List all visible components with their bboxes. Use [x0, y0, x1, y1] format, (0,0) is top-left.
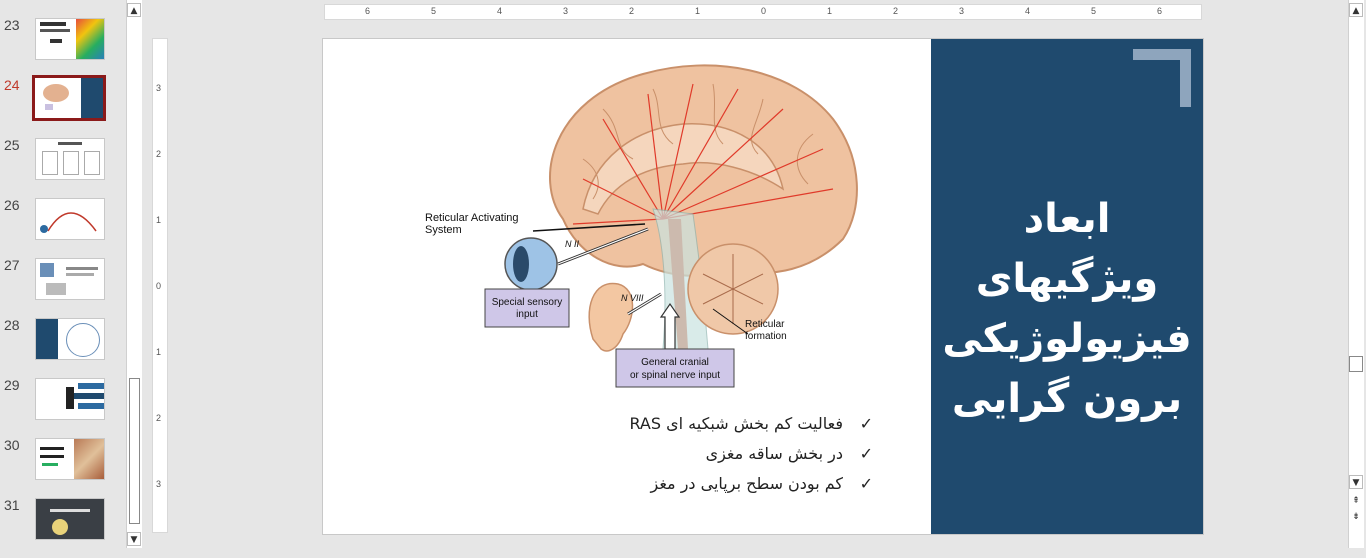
- check-icon: ✓: [859, 474, 873, 493]
- slide-thumbnail-selected[interactable]: [32, 75, 106, 121]
- ruler-label: 3: [563, 6, 569, 16]
- ruler-label: 2: [893, 6, 899, 16]
- ruler-label: 1: [156, 347, 162, 357]
- ruler-label: 6: [1157, 6, 1163, 16]
- ruler-label: 0: [156, 281, 162, 291]
- slide-number: 27: [4, 257, 20, 273]
- previous-slide-icon[interactable]: ⇞: [1349, 494, 1363, 508]
- scroll-up-button[interactable]: ▲: [1349, 3, 1363, 17]
- ruler-label: 5: [431, 6, 437, 16]
- ruler-label: 6: [365, 6, 371, 16]
- scroll-down-button[interactable]: ▼: [127, 532, 141, 546]
- bullet-text: کم بودن سطح برپایی در مغز: [650, 474, 843, 493]
- ruler-label: 4: [497, 6, 503, 16]
- special-sensory-box: [484, 288, 570, 328]
- ruler-label: 2: [156, 149, 162, 159]
- check-icon: ✓: [859, 414, 873, 433]
- slide-thumb-row-30[interactable]: 30: [0, 437, 125, 498]
- title-line: ابعاد ویژگیهای: [975, 196, 1159, 302]
- scroll-down-button[interactable]: ▼: [1349, 475, 1363, 489]
- slide-thumb-row-27[interactable]: 27: [0, 257, 125, 318]
- label-reticular-line2: formation: [745, 331, 787, 342]
- scrollbar-thumb[interactable]: [129, 378, 140, 524]
- ruler-label: 1: [156, 215, 162, 225]
- label-general-line2: or spinal nerve input: [630, 370, 720, 381]
- slide-thumbnail[interactable]: [35, 378, 105, 420]
- slide-thumb-row-23[interactable]: 23: [0, 17, 125, 78]
- vertical-ruler: 3 2 1 0 1 2 3: [152, 38, 168, 533]
- ruler-label: 1: [827, 6, 833, 16]
- ruler-label: 0: [761, 6, 767, 16]
- slide-number: 26: [4, 197, 20, 213]
- slide-thumb-row-28[interactable]: 28: [0, 317, 125, 378]
- next-slide-icon[interactable]: ⇟: [1349, 510, 1363, 524]
- title-line: فیزیولوژیکی: [942, 316, 1192, 362]
- slide-title[interactable]: ابعاد ویژگیهای فیزیولوژیکی برون گرایی: [941, 189, 1193, 429]
- slide-thumbnail[interactable]: [35, 438, 105, 480]
- slide-number: 31: [4, 497, 20, 513]
- slide-thumbnail[interactable]: [35, 258, 105, 300]
- slide-number: 29: [4, 377, 20, 393]
- slide-thumb-row-25[interactable]: 25: [0, 137, 125, 198]
- ruler-label: 3: [156, 83, 162, 93]
- ruler-label: 5: [1091, 6, 1097, 16]
- slide-number: 23: [4, 17, 20, 33]
- bullet-text: فعالیت کم بخش شبکیه ای RAS: [629, 414, 843, 433]
- ruler-label: 2: [156, 413, 162, 423]
- slide-canvas[interactable]: Reticular Activating System N II N VIII …: [322, 38, 1204, 535]
- slide-number: 25: [4, 137, 20, 153]
- slide-thumb-row-29[interactable]: 29: [0, 377, 125, 438]
- ruler-label: 1: [695, 6, 701, 16]
- check-icon: ✓: [859, 444, 873, 463]
- editor-scrollbar[interactable]: ▲ ▼ ⇞ ⇟: [1348, 0, 1364, 548]
- slide-editor-area: 6 5 4 3 2 1 0 1 2 3 4 5 6 3 2 1 0 1 2 3 Reticular Activati…: [146, 0, 1366, 548]
- bullet-item: ✓ فعالیت کم بخش شبکیه ای RAS: [583, 409, 873, 439]
- ruler-label: 3: [959, 6, 965, 16]
- ruler-label: 3: [156, 479, 162, 489]
- bullet-item: ✓ کم بودن سطح برپایی در مغز: [583, 469, 873, 499]
- title-line: برون گرایی: [951, 376, 1183, 422]
- label-n2: N II: [565, 239, 580, 249]
- bullet-item: ✓ در بخش ساقه مغزی: [583, 439, 873, 469]
- title-panel: ابعاد ویژگیهای فیزیولوژیکی برون گرایی: [931, 39, 1203, 534]
- slide-thumbnail[interactable]: [35, 498, 105, 540]
- label-general-line1: General cranial: [641, 357, 709, 368]
- corner-frame-decoration: [1133, 49, 1191, 107]
- label-ras-line1: Reticular Activating: [425, 212, 519, 224]
- label-special-line1: Special sensory: [492, 297, 563, 308]
- bullet-text: در بخش ساقه مغزی: [705, 444, 843, 463]
- brain-diagram: Reticular Activating System N II N VIII …: [425, 64, 858, 388]
- slide-thumbnail-pane: 23 24 25 26 27 28 29 30 31 ▲ ▼: [0, 0, 145, 548]
- label-reticular-line1: Reticular: [745, 319, 785, 330]
- scrollbar-thumb[interactable]: [1349, 356, 1363, 372]
- slide-number: 28: [4, 317, 20, 333]
- ruler-label: 2: [629, 6, 635, 16]
- ruler-label: 4: [1025, 6, 1031, 16]
- slide-thumbnail[interactable]: [35, 198, 105, 240]
- slide-thumbnail[interactable]: [35, 318, 105, 360]
- label-n8: N VIII: [621, 293, 644, 303]
- slide-thumb-row-31[interactable]: 31: [0, 497, 125, 558]
- scroll-up-button[interactable]: ▲: [127, 3, 141, 17]
- slide-thumbnail[interactable]: [35, 18, 105, 60]
- slide-thumb-row-26[interactable]: 26: [0, 197, 125, 258]
- slide-number: 24: [4, 77, 20, 93]
- slide-thumb-row-24[interactable]: 24: [0, 75, 125, 138]
- bullet-list: ✓ فعالیت کم بخش شبکیه ای RAS ✓ در بخش ساقه…: [583, 409, 873, 499]
- thumbnail-scrollbar[interactable]: ▲ ▼: [126, 0, 142, 548]
- slide-thumbnail[interactable]: [35, 138, 105, 180]
- label-special-line2: input: [516, 309, 538, 320]
- horizontal-ruler: 6 5 4 3 2 1 0 1 2 3 4 5 6: [324, 4, 1202, 20]
- label-ras-line2: System: [425, 224, 462, 236]
- slide-number: 30: [4, 437, 20, 453]
- general-cranial-box: [615, 348, 735, 388]
